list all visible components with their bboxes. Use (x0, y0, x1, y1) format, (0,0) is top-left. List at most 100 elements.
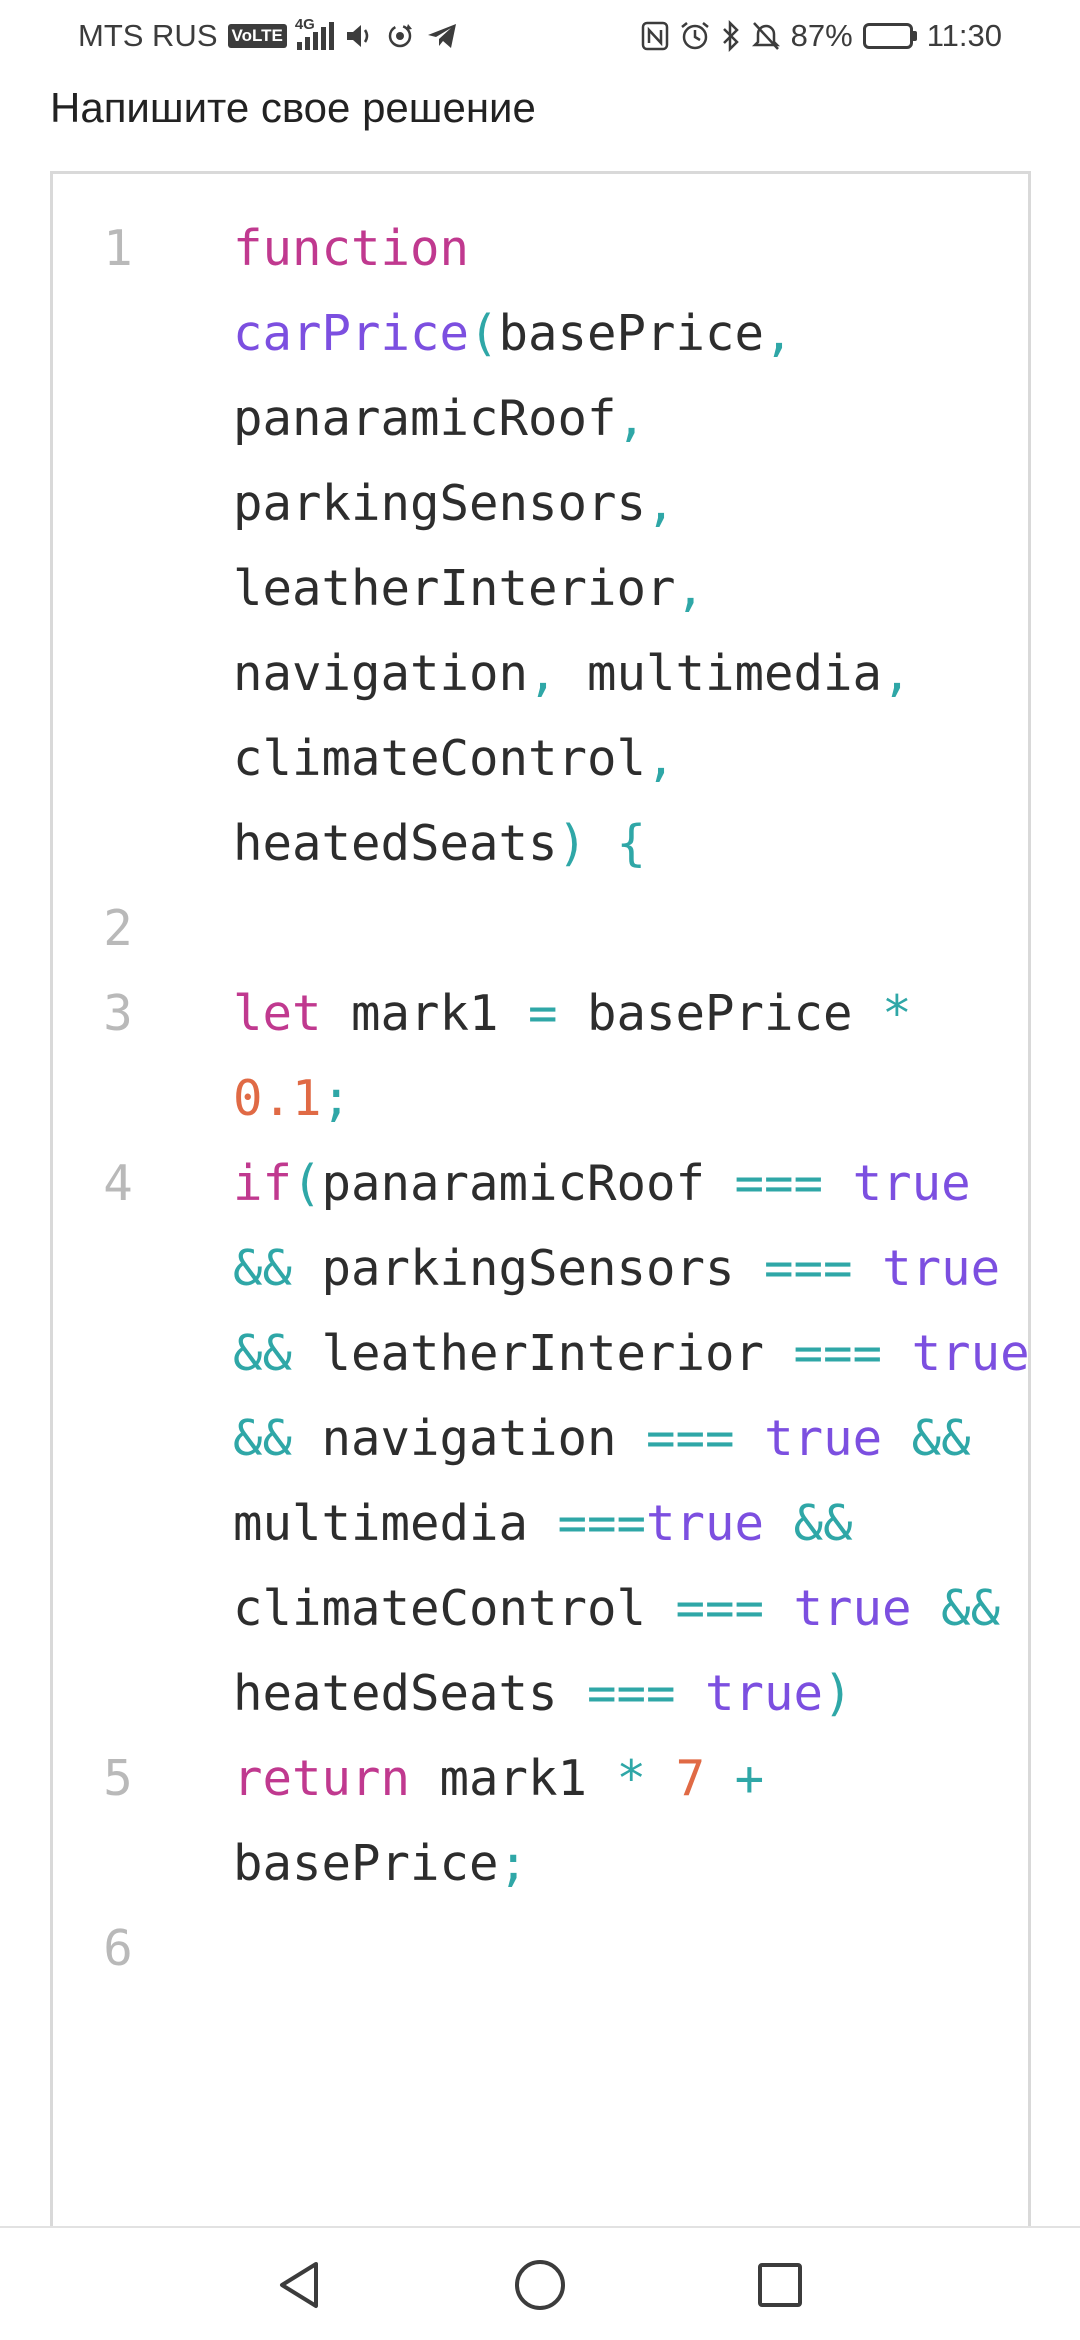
code-token: mark1 (410, 1750, 617, 1807)
code-token: function (233, 220, 470, 277)
telegram-icon (426, 22, 458, 50)
code-token: 7 (675, 1750, 706, 1807)
code-token: basePrice (498, 305, 765, 362)
line-code[interactable]: function carPrice(basePrice, panaramicRo… (233, 206, 1028, 886)
code-token: multimedia (557, 645, 883, 702)
line-number: 3 (103, 985, 133, 1042)
line-number: 5 (103, 1750, 133, 1807)
code-line[interactable]: 3 let mark1 = basePrice * 0.1; (53, 971, 1028, 1141)
line-code[interactable] (233, 1906, 1028, 1991)
alarm-icon (679, 20, 711, 52)
recents-icon (758, 2263, 802, 2307)
line-number: 4 (103, 1155, 133, 1212)
code-line[interactable]: 4 if(panaramicRoof === true && parkingSen… (53, 1141, 1028, 1736)
code-token: 0.1 (233, 1070, 322, 1127)
code-token: mark1 (321, 985, 529, 1042)
line-code[interactable]: return mark1 * 7 + basePrice; (233, 1736, 1028, 1906)
line-code[interactable] (233, 886, 1028, 971)
code-token: , (616, 390, 647, 447)
code-token: { (616, 815, 647, 872)
nfc-icon (641, 21, 669, 51)
code-token: === (764, 1240, 853, 1297)
silent-icon (751, 20, 781, 52)
code-token: if (233, 1155, 293, 1212)
back-icon (280, 2262, 318, 2308)
code-token: panaramicRoof (321, 1155, 735, 1212)
code-token: , (528, 645, 558, 702)
code-token: ) (823, 1665, 853, 1722)
battery-icon (862, 23, 917, 49)
code-editor[interactable]: 1 function carPrice(basePrice, panaramicR… (50, 171, 1031, 2340)
code-token: true (882, 1240, 1001, 1297)
code-token: + (734, 1750, 765, 1807)
line-number: 2 (103, 900, 133, 957)
volume-icon (344, 22, 374, 50)
code-token: true (793, 1580, 912, 1637)
code-token: let (233, 985, 322, 1042)
code-token: , (675, 560, 706, 617)
code-token: === (557, 1495, 647, 1552)
code-token: true (646, 1495, 765, 1552)
code-token: === (646, 1410, 735, 1467)
code-token: * (882, 985, 912, 1042)
code-token: basePrice (557, 985, 883, 1042)
code-token: , (882, 645, 912, 702)
code-token: ( (292, 1155, 322, 1212)
recents-button[interactable] (745, 2250, 815, 2320)
code-token: === (675, 1580, 765, 1637)
sync-icon (384, 21, 416, 51)
line-code[interactable]: if(panaramicRoof === true && parkingSens… (233, 1141, 1031, 1736)
home-button[interactable] (505, 2250, 575, 2320)
code-token: true (764, 1410, 883, 1467)
network-gen-label: 4G (294, 16, 315, 33)
back-button[interactable] (265, 2250, 335, 2320)
clock: 11:30 (926, 18, 1002, 53)
code-token: === (587, 1665, 676, 1722)
code-token: ( (469, 305, 499, 362)
bluetooth-icon (721, 20, 741, 52)
home-icon (515, 2260, 565, 2310)
navigation-bar (0, 2226, 1080, 2340)
code-line[interactable]: 1 function carPrice(basePrice, panaramicR… (53, 174, 1028, 886)
code-token: * (616, 1750, 647, 1807)
code-token: ) (557, 815, 588, 872)
code-line[interactable]: 5 return mark1 * 7 + basePrice; (53, 1736, 1028, 1906)
code-token: carPrice (233, 305, 470, 362)
code-token: && (233, 1410, 293, 1467)
code-token: true (852, 1155, 971, 1212)
code-token: , (646, 730, 676, 787)
code-line[interactable]: 2 (53, 886, 1028, 971)
line-code[interactable]: let mark1 = basePrice * 0.1; (233, 971, 1028, 1141)
code-token: && (911, 1410, 971, 1467)
code-token: && (793, 1495, 853, 1552)
code-token: navigation (292, 1410, 647, 1467)
code-line[interactable]: 6 (53, 1906, 1028, 1991)
status-right: 87% 11:30 (641, 18, 1002, 54)
code-token: return (233, 1750, 411, 1807)
code-token: && (233, 1325, 293, 1382)
carrier-name: MTS RUS (78, 18, 218, 53)
line-number: 1 (103, 220, 133, 277)
line-number: 6 (103, 1920, 133, 1977)
code-token: ; (498, 1835, 529, 1892)
code-token: && (941, 1580, 1001, 1637)
status-bar: MTS RUS VoLTE 4G 87% 11:30 (0, 0, 1080, 72)
code-token: === (734, 1155, 824, 1212)
code-token: = (528, 985, 558, 1042)
